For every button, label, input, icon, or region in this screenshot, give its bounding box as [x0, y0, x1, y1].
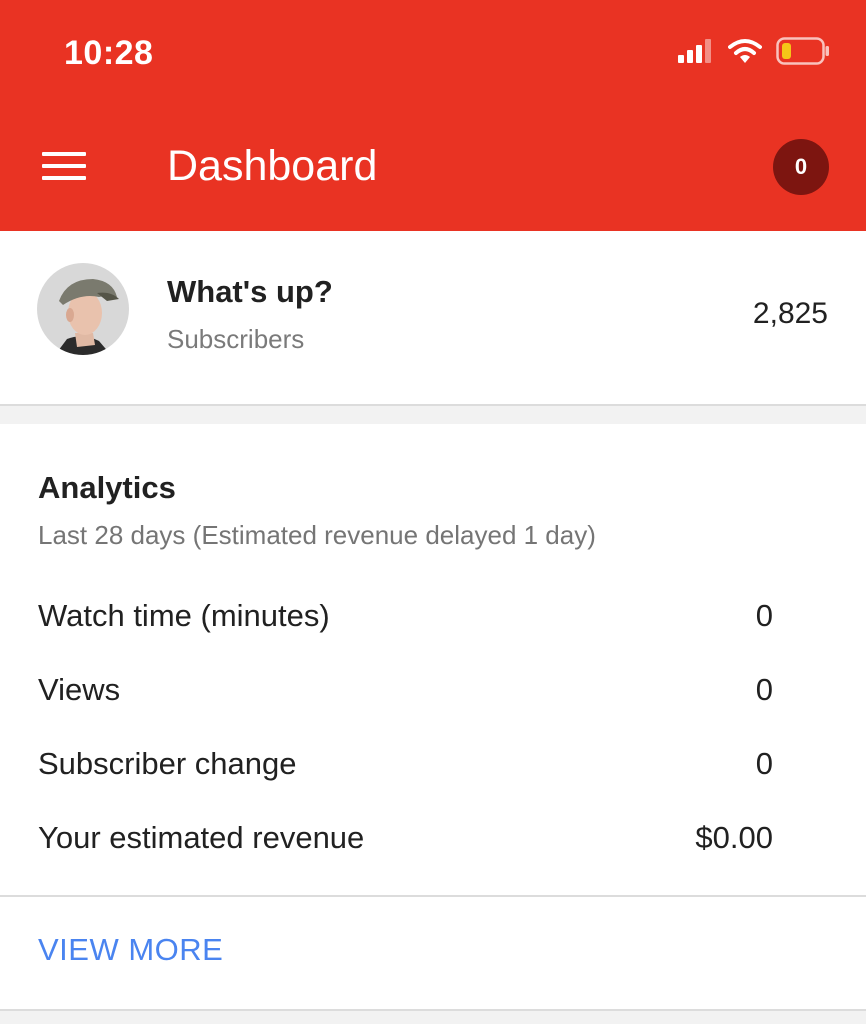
metric-row-views: Views 0 — [38, 670, 773, 710]
channel-card[interactable]: What's up? Subscribers 2,825 — [0, 231, 866, 406]
page-title: Dashboard — [167, 142, 378, 190]
metric-row-watch-time: Watch time (minutes) 0 — [38, 596, 773, 636]
app-header: 10:28 Dashboard 0 — [0, 0, 866, 231]
metric-label: Views — [38, 672, 121, 707]
metric-label: Subscriber change — [38, 746, 297, 781]
analytics-card: Analytics Last 28 days (Estimated revenu… — [0, 424, 866, 1011]
view-more-link[interactable]: VIEW MORE — [38, 932, 223, 968]
subscriber-count: 2,825 — [752, 297, 828, 330]
notification-badge[interactable]: 0 — [773, 139, 829, 195]
metric-value: $0.00 — [695, 820, 773, 855]
metric-row-subscriber-change: Subscriber change 0 — [38, 744, 773, 784]
metric-label: Watch time (minutes) — [38, 598, 330, 633]
analytics-subtitle: Last 28 days (Estimated revenue delayed … — [38, 520, 596, 550]
status-time: 10:28 — [64, 34, 154, 72]
metric-value: 0 — [755, 672, 773, 707]
app-root: 10:28 Dashboard 0 What's up? Subscribers… — [0, 0, 866, 1024]
wifi-icon — [728, 38, 762, 69]
channel-name: What's up? — [167, 274, 333, 309]
menu-icon — [42, 150, 86, 187]
status-icons — [678, 36, 830, 70]
analytics-divider — [0, 895, 866, 897]
metric-value: 0 — [755, 598, 773, 633]
menu-button[interactable] — [36, 140, 92, 196]
metric-label: Your estimated revenue — [38, 820, 365, 855]
metric-row-estimated-revenue: Your estimated revenue $0.00 — [38, 818, 773, 858]
analytics-title: Analytics — [38, 470, 176, 505]
subscribers-label: Subscribers — [167, 324, 305, 354]
metric-value: 0 — [755, 746, 773, 781]
avatar[interactable] — [37, 263, 129, 355]
battery-icon — [776, 36, 830, 70]
cell-signal-icon — [678, 38, 714, 68]
